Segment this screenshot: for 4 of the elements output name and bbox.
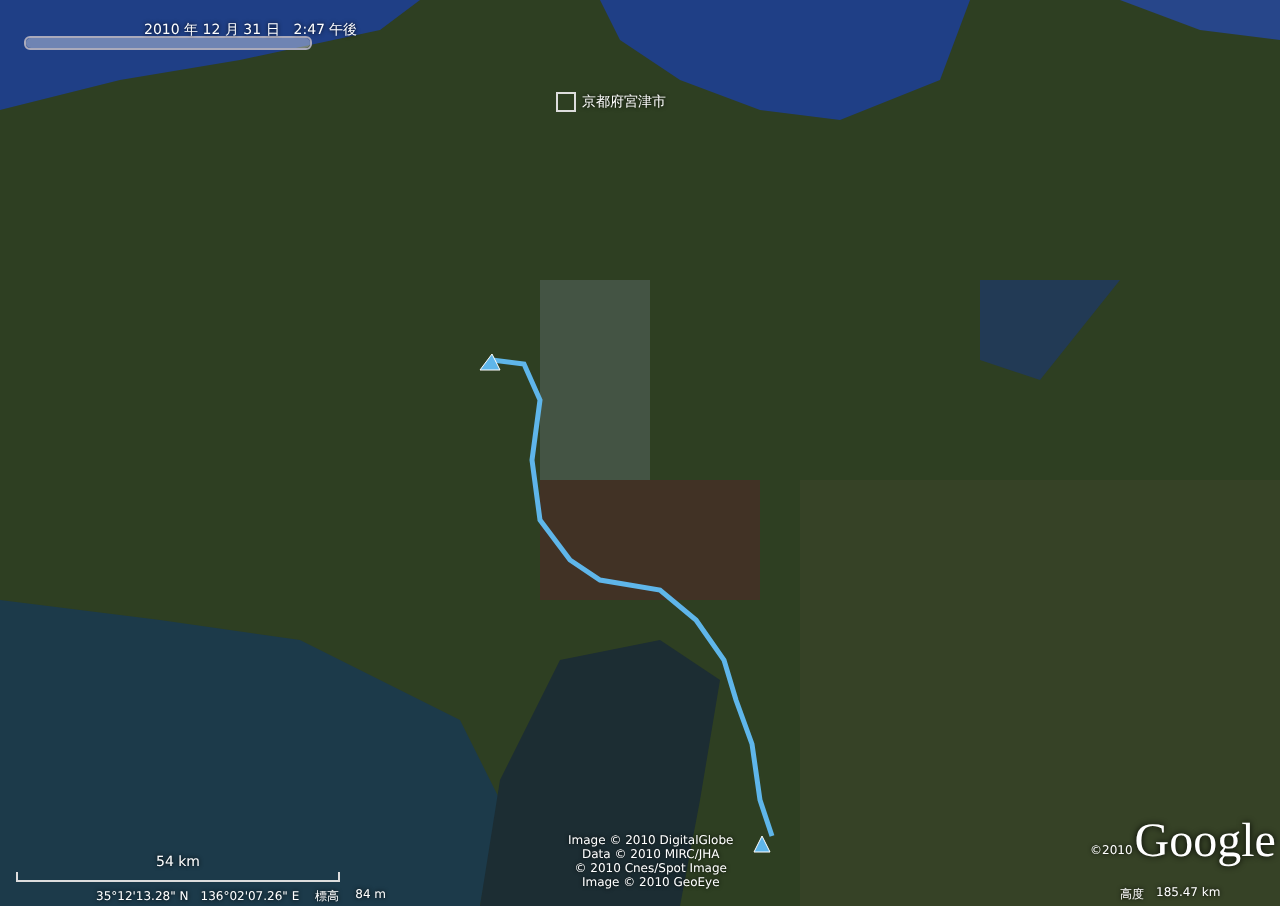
start-marker-icon [479,353,501,371]
place-marker-icon[interactable] [556,92,576,112]
logo-text: Google [1134,816,1276,870]
end-marker-icon [753,835,771,853]
